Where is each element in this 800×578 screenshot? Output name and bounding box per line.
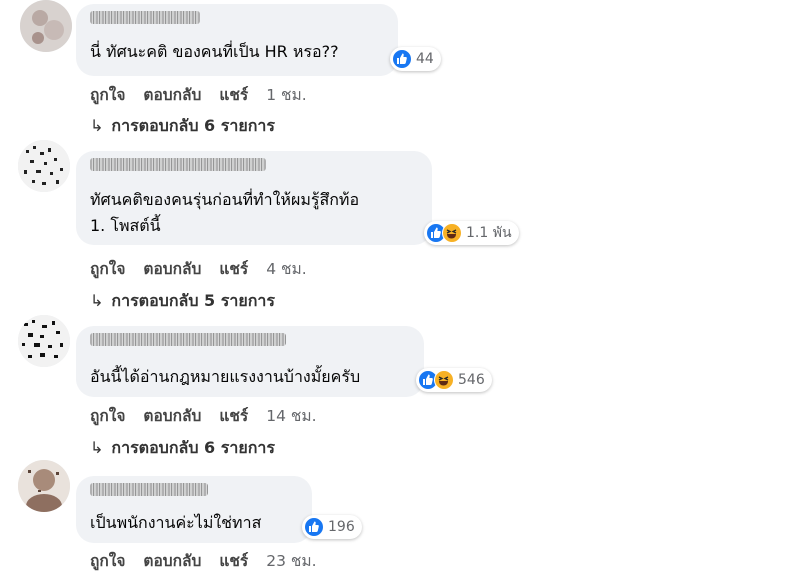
reply-button[interactable]: ตอบกลับ [143,86,201,104]
share-button[interactable]: แชร์ [219,260,248,278]
comment-actions: ถูกใจ ตอบกลับ แชร์ 4 ชม. [90,256,325,281]
comment-actions: ถูกใจ ตอบกลับ แชร์ 23 ชม. [90,548,335,573]
reply-arrow-icon: ↳ [90,116,104,135]
comment-bubble: เป็นพนักงานค่ะไม่ใช่ทาส [76,476,312,543]
timestamp[interactable]: 23 ชม. [266,552,316,570]
share-button[interactable]: แชร์ [219,407,248,425]
reply-arrow-icon: ↳ [90,291,104,310]
author-name-blurred[interactable] [90,333,286,346]
comment-text: นี่ ทัศนะคติ ของคนที่เป็น HR หรอ?? [90,42,339,61]
timestamp[interactable]: 1 ชม. [266,86,306,104]
comment-text: เป็นพนักงานค่ะไม่ใช่ทาส [90,513,262,532]
comment-2: ทัศนคติของคนรุ่นก่อนที่ทำให้ผมรู้สึกท้อ … [0,140,800,315]
comment-actions: ถูกใจ ตอบกลับ แชร์ 14 ชม. [90,403,335,428]
reaction-count: 44 [416,51,434,67]
comment-3: อันนี้ได้อ่านกฎหมายแรงงานบ้างมั้ยครับ 54… [0,315,800,460]
avatar[interactable] [18,460,70,512]
like-icon [392,49,412,69]
replies-label: การตอบกลับ 6 รายการ [111,438,275,457]
avatar[interactable] [20,0,72,52]
reply-button[interactable]: ตอบกลับ [143,407,201,425]
comment-1: นี่ ทัศนะคติ ของคนที่เป็น HR หรอ?? 44 ถู… [0,0,800,140]
avatar[interactable] [18,140,70,192]
reaction-count: 196 [328,519,355,535]
comment-text-line-1: ทัศนคติของคนรุ่นก่อนที่ทำให้ผมรู้สึกท้อ [90,190,360,209]
comment-4: เป็นพนักงานค่ะไม่ใช่ทาส 196 ถูกใจ ตอบกลับ… [0,460,800,578]
comment-text: อันนี้ได้อ่านกฎหมายแรงงานบ้างมั้ยครับ [90,367,361,386]
haha-icon [434,370,454,390]
timestamp[interactable]: 14 ชม. [266,407,316,425]
comment-bubble: ทัศนคติของคนรุ่นก่อนที่ทำให้ผมรู้สึกท้อ … [76,151,432,245]
like-button[interactable]: ถูกใจ [90,260,125,278]
reaction-summary[interactable]: 196 [302,515,362,539]
share-button[interactable]: แชร์ [219,552,248,570]
view-replies-link[interactable]: ↳ การตอบกลับ 6 รายการ [90,114,275,139]
comment-actions: ถูกใจ ตอบกลับ แชร์ 1 ชม. [90,82,325,107]
author-name-blurred[interactable] [90,11,200,24]
author-name-blurred[interactable] [90,158,266,171]
reaction-summary[interactable]: 44 [390,47,441,71]
comment-bubble: อันนี้ได้อ่านกฎหมายแรงงานบ้างมั้ยครับ [76,326,424,397]
reaction-count: 546 [458,372,485,388]
comment-bubble: นี่ ทัศนะคติ ของคนที่เป็น HR หรอ?? [76,4,398,76]
reply-arrow-icon: ↳ [90,438,104,457]
reaction-count: 1.1 พัน [466,225,512,241]
share-button[interactable]: แชร์ [219,86,248,104]
like-button[interactable]: ถูกใจ [90,86,125,104]
avatar[interactable] [18,315,70,367]
like-button[interactable]: ถูกใจ [90,552,125,570]
like-button[interactable]: ถูกใจ [90,407,125,425]
view-replies-link[interactable]: ↳ การตอบกลับ 5 รายการ [90,289,275,314]
replies-label: การตอบกลับ 6 รายการ [111,116,275,135]
reply-button[interactable]: ตอบกลับ [143,260,201,278]
reply-button[interactable]: ตอบกลับ [143,552,201,570]
author-name-blurred[interactable] [90,483,208,496]
reaction-summary[interactable]: 546 [416,368,492,392]
replies-label: การตอบกลับ 5 รายการ [111,291,275,310]
reaction-summary[interactable]: 1.1 พัน [424,221,519,245]
view-replies-link[interactable]: ↳ การตอบกลับ 6 รายการ [90,436,275,461]
haha-icon [442,223,462,243]
timestamp[interactable]: 4 ชม. [266,260,306,278]
comment-text-line-2: 1. โพสต์นี้ [90,216,161,235]
like-icon [304,517,324,537]
